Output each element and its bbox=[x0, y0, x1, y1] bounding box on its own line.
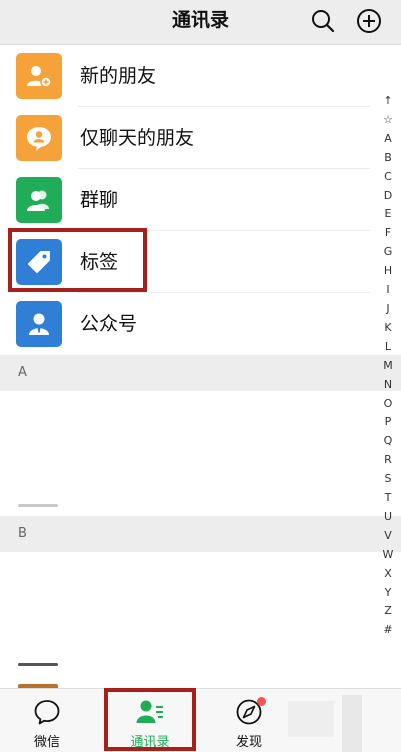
index-letter[interactable]: R bbox=[377, 451, 399, 470]
index-letter[interactable]: W bbox=[377, 546, 399, 565]
tab-chats[interactable]: 微信 bbox=[2, 689, 92, 752]
plus-circle-icon[interactable] bbox=[354, 6, 384, 36]
bottom-tab-bar: 微信 通讯录 发现 bbox=[0, 688, 401, 752]
tags-highlight-box bbox=[8, 228, 147, 292]
index-letter[interactable]: Q bbox=[377, 432, 399, 451]
index-letter[interactable]: Z bbox=[377, 602, 399, 621]
ghost-tab-shape bbox=[342, 695, 362, 752]
index-letter[interactable]: S bbox=[377, 470, 399, 489]
index-letter[interactable]: T bbox=[377, 489, 399, 508]
search-icon[interactable] bbox=[308, 6, 338, 36]
index-letter[interactable]: J bbox=[377, 300, 399, 319]
index-letter[interactable]: # bbox=[377, 621, 399, 640]
index-letter[interactable]: E bbox=[377, 205, 399, 224]
top-bar: 通讯录 bbox=[0, 0, 401, 45]
ghost-tab-shape bbox=[288, 701, 334, 737]
index-letter[interactable]: ☆ bbox=[377, 111, 399, 130]
index-letter[interactable]: P bbox=[377, 413, 399, 432]
index-letter[interactable]: H bbox=[377, 262, 399, 281]
index-letter[interactable]: G bbox=[377, 243, 399, 262]
entry-label: 公众号 bbox=[80, 313, 138, 335]
official-accounts-entry[interactable]: 公众号 bbox=[0, 293, 370, 355]
index-letter[interactable]: D bbox=[377, 187, 399, 206]
index-letter[interactable]: C bbox=[377, 168, 399, 187]
chat-only-friends-entry[interactable]: 仅聊天的朋友 bbox=[0, 107, 370, 169]
tab-label: 微信 bbox=[33, 735, 60, 750]
entry-label: 新的朋友 bbox=[80, 65, 157, 87]
index-letter[interactable]: U bbox=[377, 508, 399, 527]
chat-bubble-icon bbox=[32, 697, 62, 727]
add-friend-icon bbox=[16, 53, 62, 99]
index-letter[interactable]: X bbox=[377, 565, 399, 584]
section-header-b: B bbox=[0, 516, 401, 552]
index-letter[interactable]: I bbox=[377, 281, 399, 300]
tab-label: 发现 bbox=[235, 735, 262, 750]
entry-label: 群聊 bbox=[80, 189, 119, 211]
contact-row[interactable] bbox=[18, 504, 58, 507]
contacts-tab-highlight-box bbox=[104, 688, 196, 751]
index-letter[interactable]: A bbox=[377, 130, 399, 149]
official-account-icon bbox=[16, 301, 62, 347]
index-letter[interactable]: O bbox=[377, 395, 399, 414]
index-letter[interactable]: N bbox=[377, 376, 399, 395]
index-letter[interactable]: M bbox=[377, 357, 399, 376]
tab-discover[interactable]: 发现 bbox=[204, 689, 294, 752]
group-chats-entry[interactable]: 群聊 bbox=[0, 169, 370, 231]
index-letter[interactable]: Y bbox=[377, 584, 399, 603]
alphabet-index[interactable]: ↑ ☆ A B C D E F G H I J K L M N O P Q R … bbox=[377, 92, 399, 640]
section-header-a: A bbox=[0, 355, 401, 391]
index-letter[interactable]: ↑ bbox=[377, 92, 399, 111]
group-chat-icon bbox=[16, 177, 62, 223]
chat-only-friend-icon bbox=[16, 115, 62, 161]
section-letter: B bbox=[18, 526, 27, 541]
discover-badge bbox=[257, 697, 266, 706]
section-letter: A bbox=[18, 365, 27, 380]
page-title: 通讯录 bbox=[171, 9, 229, 31]
contact-row[interactable] bbox=[18, 663, 58, 666]
index-letter[interactable]: L bbox=[377, 338, 399, 357]
index-letter[interactable]: B bbox=[377, 149, 399, 168]
index-letter[interactable]: F bbox=[377, 224, 399, 243]
entry-label: 仅聊天的朋友 bbox=[80, 127, 195, 149]
index-letter[interactable]: K bbox=[377, 319, 399, 338]
index-letter[interactable]: V bbox=[377, 527, 399, 546]
new-friends-entry[interactable]: 新的朋友 bbox=[0, 45, 370, 107]
